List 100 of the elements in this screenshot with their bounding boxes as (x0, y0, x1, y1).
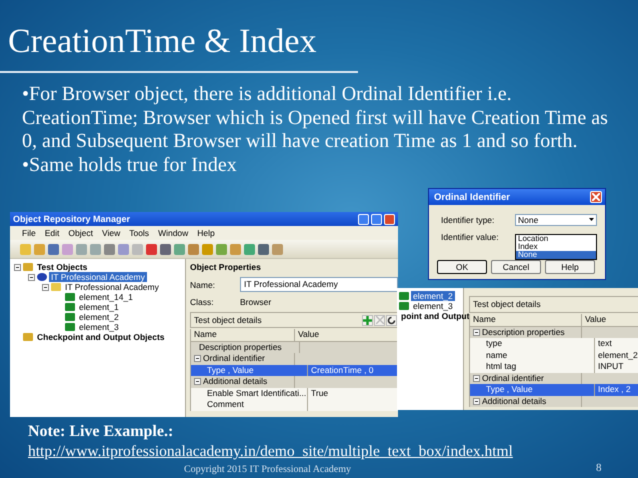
collapse-icon[interactable] (194, 355, 201, 362)
field-label: Class: (190, 296, 215, 306)
tree-item[interactable]: element_1 (77, 302, 121, 312)
menu-item[interactable]: Help (197, 228, 215, 238)
toolbar-icon[interactable] (160, 244, 171, 254)
bullet-text: •For Browser object, there is additional Ordinal Identifier i.e. CreationTime; Browser which is Opened first will have Creation Time as 0, and Subsequent Browser will have creation Time as 1 and so forth. (22, 83, 609, 154)
table-cell: Ordinal identifier (482, 372, 544, 384)
toolbar-icon[interactable] (118, 244, 129, 254)
toolbar-icon[interactable] (216, 244, 227, 254)
field-label: Identifier type: (441, 214, 496, 224)
menu-item[interactable]: View (102, 228, 120, 238)
field-label: Name: (190, 280, 216, 290)
dropdown-option[interactable]: None (516, 251, 596, 259)
table-row[interactable]: Additional details (191, 376, 398, 388)
table-cell: text (598, 338, 612, 348)
column-header: Value (584, 314, 608, 326)
object-icon (23, 333, 33, 341)
tree-item[interactable]: element_2 (77, 312, 121, 322)
tree-item[interactable]: element_14_1 (77, 292, 135, 302)
tree-item[interactable]: Test Objects (35, 262, 90, 272)
menu-item[interactable]: Edit (44, 228, 60, 238)
toolbar-icon[interactable] (188, 244, 199, 254)
table-cell: Description properties (199, 342, 282, 353)
toolbar-icon[interactable] (104, 244, 115, 254)
collapse-icon[interactable] (194, 378, 201, 386)
dialog-button[interactable]: OK (437, 260, 487, 274)
add-icon[interactable] (362, 314, 373, 326)
column-header: Value (297, 329, 320, 340)
table-cell: Ordinal identifier (203, 353, 265, 364)
table-cell: Enable Smart Identificati... (207, 388, 306, 399)
type-dropdown[interactable]: None (515, 214, 597, 226)
details-title: Test object details (194, 315, 262, 325)
details-title: Test object details (469, 296, 638, 313)
toolbar-icon[interactable] (174, 244, 185, 254)
table-cell: type (486, 338, 502, 350)
table-row[interactable]: Enable Smart Identificati... True (191, 388, 398, 399)
dropdown-option[interactable]: Location (516, 235, 596, 243)
table-cell: Description properties (482, 326, 565, 338)
copyright-text: Copyright 2015 IT Professional Academy (184, 464, 352, 475)
tree-item[interactable]: element_3 (411, 301, 455, 311)
toolbar-icon[interactable] (48, 244, 59, 254)
toolbar-icon[interactable] (202, 244, 213, 254)
table-row[interactable]: html tag INPUT (470, 361, 638, 372)
tree-item[interactable]: element_2 (411, 291, 455, 301)
table-row[interactable]: Description properties (191, 342, 398, 353)
table-row[interactable]: Comment (191, 399, 398, 410)
dialog-button[interactable]: Cancel (491, 260, 541, 274)
field-label: Identifier value: (441, 232, 500, 242)
table-row[interactable]: Ordinal identifier (470, 372, 638, 384)
tree-item[interactable]: IT Professional Academy (49, 272, 147, 282)
refresh-icon[interactable] (386, 314, 397, 326)
table-cell: True (311, 388, 328, 398)
tree-item[interactable]: element_3 (77, 322, 121, 332)
toolbar-icon[interactable] (76, 244, 87, 254)
toolbar-icon[interactable] (258, 244, 269, 254)
tree-item[interactable]: point and Output (399, 311, 472, 321)
table-cell: Type , Value (486, 384, 533, 396)
window-title: Object Repository Manager (13, 214, 130, 224)
table-cell: name (486, 350, 508, 361)
dialog-title: Ordinal Identifier (434, 192, 510, 202)
tree-item[interactable]: IT Professional Academy (63, 282, 161, 292)
tree-item[interactable]: Checkpoint and Output Objects (35, 332, 167, 342)
toolbar-icon[interactable] (230, 244, 241, 254)
menu-item[interactable]: Object (68, 228, 93, 238)
menu-item[interactable]: Window (158, 228, 188, 238)
collapse-icon[interactable] (473, 328, 480, 336)
toolbar-icon[interactable] (272, 244, 283, 254)
column-header: Name (191, 329, 295, 340)
slide-title: CreationTime & Index (8, 22, 316, 62)
table-row[interactable]: Type , Value CreationTime , 0 (191, 364, 398, 376)
caret-icon (589, 218, 594, 221)
table-cell: Additional details (203, 376, 268, 388)
example-link[interactable]: http://www.itprofessionalacademy.in/demo_site/multiple_text_box/index.html (28, 442, 513, 462)
note-label: Note: Live Example.: (28, 422, 174, 442)
menu-item[interactable]: File (22, 228, 36, 238)
collapse-icon[interactable] (473, 398, 480, 405)
table-cell: element_2 (598, 350, 638, 360)
toolbar-icon[interactable] (146, 244, 157, 254)
menu-item[interactable]: Tools (129, 228, 150, 238)
table-row[interactable]: type text (470, 338, 638, 350)
table-cell: CreationTime , 0 (311, 364, 374, 374)
name-field[interactable]: IT Professional Academy (240, 277, 398, 292)
column-header: Name (470, 314, 582, 326)
collapse-icon[interactable] (473, 374, 480, 382)
table-cell: Additional details (482, 396, 546, 407)
class-value: Browser (240, 296, 272, 306)
dialog-button[interactable]: Help (545, 260, 595, 274)
table-row[interactable]: Ordinal identifier (191, 353, 398, 364)
toolbar-icon[interactable] (90, 244, 101, 254)
bullet-text: •Same holds true for Index (22, 154, 237, 177)
table-cell: Index , 2 (598, 384, 631, 394)
table-row[interactable]: Additional details (470, 396, 638, 407)
table-cell: Type , Value (207, 364, 254, 376)
table-row[interactable]: Description properties (470, 326, 638, 338)
panel-title: Object Properties (190, 262, 262, 274)
toolbar-icon[interactable] (244, 244, 255, 254)
table-cell: INPUT (598, 361, 624, 371)
table-row[interactable]: name element_2 (470, 350, 638, 361)
dropdown-option[interactable]: Index (516, 243, 596, 251)
table-row[interactable]: Type , Value Index , 2 (470, 384, 638, 396)
